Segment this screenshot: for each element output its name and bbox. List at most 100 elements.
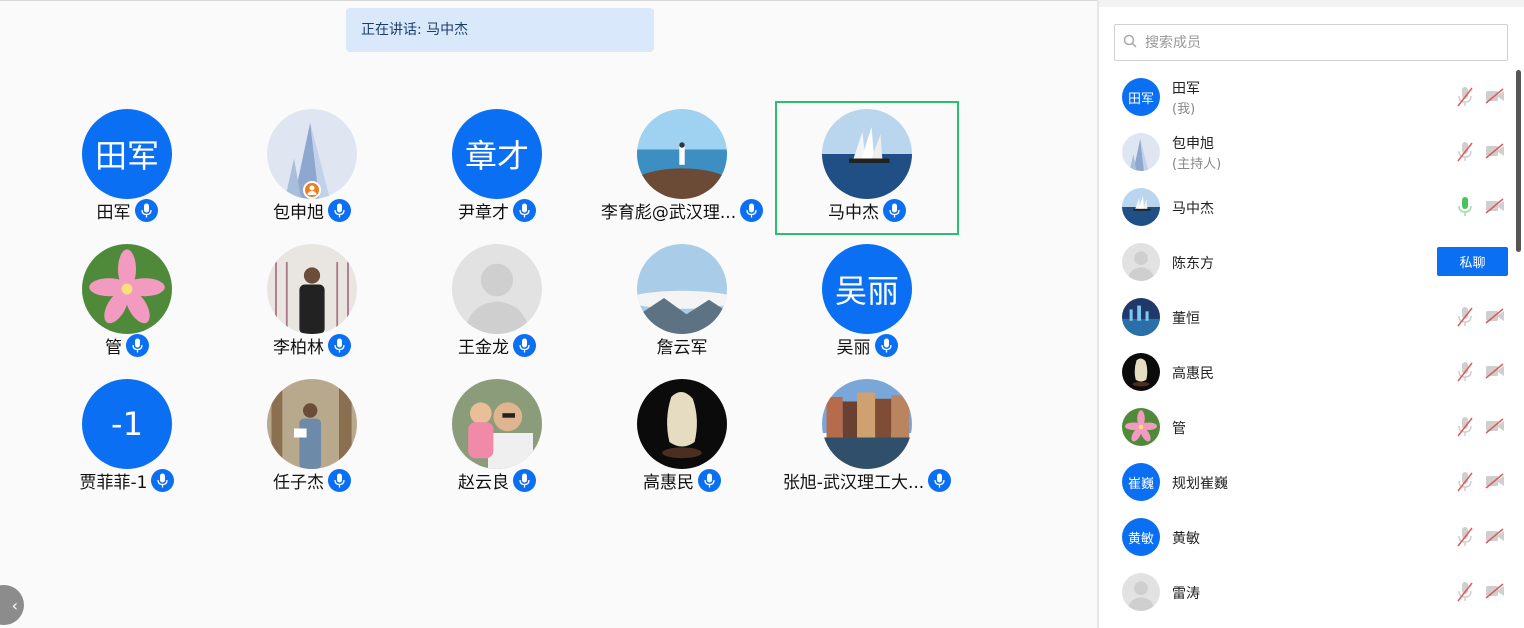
participant-tile[interactable]: 马中杰 bbox=[775, 101, 959, 235]
participant-tile[interactable]: 詹云军 bbox=[590, 238, 774, 372]
participant-tile[interactable]: 高惠民 bbox=[590, 373, 774, 507]
mic-icon[interactable] bbox=[1456, 196, 1474, 222]
mic-off-icon[interactable] bbox=[1456, 416, 1474, 442]
member-avatar bbox=[1122, 408, 1160, 446]
participant-caption: 王金龙 bbox=[405, 333, 589, 358]
participant-name: 赵云良 bbox=[458, 472, 509, 493]
search-icon bbox=[1123, 33, 1137, 52]
member-row[interactable]: 陈东方 私聊 bbox=[1099, 234, 1509, 289]
participant-name: 任子杰 bbox=[273, 472, 324, 493]
participant-avatar: 吴丽 bbox=[822, 244, 912, 334]
private-chat-button[interactable]: 私聊 bbox=[1437, 247, 1508, 276]
mic-off-icon[interactable] bbox=[1456, 471, 1474, 497]
mic-icon bbox=[883, 198, 906, 222]
speaking-text: 正在讲话: 马中杰 bbox=[361, 22, 469, 38]
camera-off-icon[interactable] bbox=[1485, 363, 1505, 383]
member-avatar bbox=[1122, 188, 1160, 226]
participant-tile[interactable]: 田军 田军 bbox=[35, 103, 219, 237]
participant-name: 马中杰 bbox=[828, 202, 879, 223]
member-row[interactable]: 田军 田军 (我) bbox=[1099, 69, 1509, 124]
participant-caption: 李育彪@武汉理... bbox=[590, 198, 774, 223]
member-avatar bbox=[1122, 133, 1160, 171]
participant-avatar bbox=[822, 109, 912, 199]
camera-off-icon[interactable] bbox=[1485, 528, 1505, 548]
participant-tile[interactable]: 张旭-武汉理工大... bbox=[775, 373, 959, 507]
member-role: (我) bbox=[1172, 102, 1196, 117]
participant-avatar bbox=[637, 379, 727, 469]
participant-tile[interactable]: 赵云良 bbox=[405, 373, 589, 507]
member-row[interactable]: 董恒 bbox=[1099, 289, 1509, 344]
participant-avatar: 章才 bbox=[452, 109, 542, 199]
mic-off-icon[interactable] bbox=[1456, 526, 1474, 552]
member-row[interactable]: 雷涛 bbox=[1099, 564, 1509, 619]
participant-avatar bbox=[452, 244, 542, 334]
member-row[interactable]: 马中杰 bbox=[1099, 179, 1509, 234]
member-name: 陈东方 bbox=[1172, 256, 1214, 272]
mic-icon bbox=[328, 333, 351, 357]
participant-caption: 包申旭 bbox=[220, 198, 404, 223]
mic-off-icon[interactable] bbox=[1456, 86, 1474, 112]
member-name: 雷涛 bbox=[1172, 586, 1200, 602]
participant-tile[interactable]: 王金龙 bbox=[405, 238, 589, 372]
participant-tile[interactable]: 任子杰 bbox=[220, 373, 404, 507]
mic-icon bbox=[151, 468, 175, 492]
participant-name: 高惠民 bbox=[643, 472, 694, 493]
member-row[interactable]: 高惠民 bbox=[1099, 344, 1509, 399]
participant-tile[interactable]: 吴丽 吴丽 bbox=[775, 238, 959, 372]
participant-tile[interactable]: 章才尹章才 bbox=[405, 103, 589, 237]
mic-icon bbox=[740, 198, 764, 222]
camera-off-icon[interactable] bbox=[1485, 583, 1505, 603]
member-name: 包申旭 bbox=[1172, 136, 1214, 152]
participant-caption: 吴丽 bbox=[775, 333, 959, 358]
participant-tile[interactable]: -1 贾菲菲-1 bbox=[35, 373, 219, 507]
member-name: 管 bbox=[1172, 421, 1186, 437]
participant-tile[interactable]: 李柏林 bbox=[220, 238, 404, 372]
member-name: 董恒 bbox=[1172, 311, 1200, 327]
mic-icon bbox=[513, 468, 536, 492]
member-avatar bbox=[1122, 243, 1160, 281]
member-name: 黄敏 bbox=[1172, 531, 1200, 547]
participant-avatar bbox=[452, 379, 542, 469]
member-name: 高惠民 bbox=[1172, 366, 1214, 382]
mic-off-icon[interactable] bbox=[1456, 141, 1474, 167]
collapse-button[interactable]: ‹ bbox=[0, 585, 24, 625]
mic-off-icon[interactable] bbox=[1456, 581, 1474, 607]
member-avatar bbox=[1122, 353, 1160, 391]
camera-off-icon[interactable] bbox=[1485, 473, 1505, 493]
search-input[interactable] bbox=[1143, 33, 1487, 52]
member-row[interactable]: 包申旭 (主持人) bbox=[1099, 124, 1509, 179]
member-name: 马中杰 bbox=[1172, 201, 1214, 217]
camera-off-icon[interactable] bbox=[1485, 88, 1505, 108]
video-stage: 正在讲话: 马中杰 田军 田军 包申旭 章才 尹章才 李育彪@武汉理... 马中杰管李柏林王… bbox=[0, 0, 1097, 628]
camera-off-icon[interactable] bbox=[1485, 198, 1505, 218]
search-box[interactable] bbox=[1114, 24, 1508, 61]
member-row[interactable]: 管 bbox=[1099, 399, 1509, 454]
member-row[interactable]: 崔巍 规划崔巍 bbox=[1099, 454, 1509, 509]
member-avatar: 崔巍 bbox=[1122, 463, 1160, 501]
participant-tile[interactable]: 包申旭 bbox=[220, 103, 404, 237]
mic-off-icon[interactable] bbox=[1456, 361, 1474, 387]
scrollbar[interactable] bbox=[1516, 70, 1521, 252]
camera-off-icon[interactable] bbox=[1485, 308, 1505, 328]
member-avatar: 黄敏 bbox=[1122, 518, 1160, 556]
participant-name: 吴丽 bbox=[836, 337, 871, 358]
member-row[interactable]: 黄敏 黄敏 bbox=[1099, 509, 1509, 564]
member-avatar: 田军 bbox=[1122, 78, 1160, 116]
member-panel: 田军田军 (我) 包申旭 (主持人) 马中杰陈东方 私聊董恒高惠民管崔巍规划崔巍黄敏黄敏雷… bbox=[1099, 0, 1524, 628]
camera-off-icon[interactable] bbox=[1485, 143, 1505, 163]
camera-off-icon[interactable] bbox=[1485, 418, 1505, 438]
participant-name: 李育彪@武汉理... bbox=[600, 202, 737, 223]
participant-tile[interactable]: 李育彪@武汉理... bbox=[590, 103, 774, 237]
participant-name: 管 bbox=[105, 337, 122, 358]
participant-name: 王金龙 bbox=[458, 337, 509, 358]
participant-avatar: 田军 bbox=[82, 109, 172, 199]
mic-off-icon[interactable] bbox=[1456, 306, 1474, 332]
participant-name: 尹章才 bbox=[458, 202, 509, 223]
participant-avatar bbox=[267, 379, 357, 469]
participant-avatar bbox=[82, 244, 172, 334]
participant-avatar bbox=[822, 379, 912, 469]
participant-tile[interactable]: 管 bbox=[35, 238, 219, 372]
participant-name: 詹云军 bbox=[656, 337, 708, 358]
participant-caption: 贾菲菲-1 bbox=[35, 468, 219, 493]
member-role: (主持人) bbox=[1172, 157, 1222, 172]
